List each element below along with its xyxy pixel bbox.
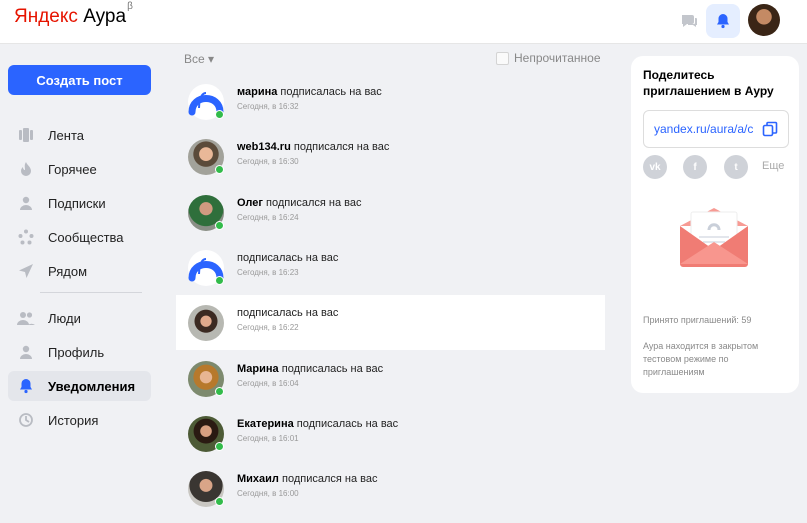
copy-icon[interactable] [762, 121, 778, 137]
feed-filter-bar: Все ▾ Непрочитанное [176, 43, 605, 73]
unread-checkbox[interactable] [496, 52, 509, 65]
more-share-button[interactable]: Еще [762, 160, 784, 172]
notifications-feed: Все ▾ Непрочитанное марина подписалась н… [176, 43, 605, 523]
notification-row[interactable]: Марина подписалась на вас Сегодня, в 16:… [176, 351, 605, 406]
user-name[interactable]: Екатерина [237, 418, 294, 430]
notification-text: подписался на вас [293, 141, 390, 153]
vk-share-icon[interactable]: vk [643, 155, 667, 179]
online-indicator [215, 442, 224, 451]
avatar [188, 305, 224, 341]
sidebar-item-subscriptions[interactable]: Подписки [8, 188, 151, 218]
notification-text: подписалась на вас [237, 307, 339, 319]
sidebar-item-label: Рядом [48, 263, 88, 279]
sidebar-item-nearby[interactable]: Рядом [8, 256, 151, 286]
invite-card: Поделитесь приглашением в Ауру yandex.ru… [631, 56, 799, 393]
notification-time: Сегодня, в 16:01 [237, 434, 299, 443]
profile-icon [17, 343, 35, 361]
logo-yandex: Яндекс [14, 6, 78, 27]
sidebar-item-label: История [48, 412, 99, 428]
notification-time: Сегодня, в 16:23 [237, 268, 299, 277]
person-icon [17, 194, 35, 212]
sidebar-item-hot[interactable]: Горячее [8, 154, 151, 184]
sidebar-item-label: Подписки [48, 195, 106, 211]
sidebar-item-label: Профиль [48, 344, 105, 360]
notification-text: подписалась на вас [296, 418, 399, 430]
chat-icon[interactable] [680, 12, 698, 30]
user-name[interactable]: Марина [237, 363, 279, 375]
nearby-icon [17, 262, 35, 280]
user-name[interactable]: марина [237, 86, 277, 98]
notification-row[interactable]: web134.ru подписался на вас Сегодня, в 1… [176, 129, 605, 184]
sidebar-item-label: Лента [48, 127, 84, 143]
notifications-bell-button[interactable] [706, 4, 740, 38]
notification-text: подписалась на вас [281, 363, 384, 375]
app-logo[interactable]: Яндекс Аураβ [14, 1, 133, 28]
sidebar-item-feed[interactable]: Лента [8, 120, 151, 150]
online-indicator [215, 165, 224, 174]
online-indicator [215, 497, 224, 506]
online-indicator [215, 110, 224, 119]
online-indicator [215, 221, 224, 230]
user-name[interactable]: web134.ru [237, 141, 291, 153]
invite-link[interactable]: yandex.ru/aura/a/c [654, 122, 758, 136]
sidebar-item-label: Сообщества [48, 229, 124, 245]
notification-row[interactable]: марина подписалась на вас Сегодня, в 16:… [176, 74, 605, 129]
logo-aura: Аура [83, 6, 127, 27]
notification-text: подписалась на вас [237, 252, 339, 264]
sidebar-item-notifications[interactable]: Уведомления [8, 371, 151, 401]
notification-time: Сегодня, в 16:04 [237, 379, 299, 388]
user-avatar[interactable] [748, 4, 780, 36]
invite-link-field[interactable]: yandex.ru/aura/a/c [643, 110, 789, 148]
top-header: Яндекс Аураβ [0, 0, 807, 44]
notification-row[interactable]: подписалась на вас Сегодня, в 16:22 [176, 295, 605, 350]
logo-beta: β [127, 0, 133, 12]
online-indicator [215, 276, 224, 285]
facebook-share-icon[interactable]: f [683, 155, 707, 179]
bell-icon [17, 377, 35, 395]
invite-title: Поделитесь приглашением в Ауру [643, 68, 774, 98]
sidebar-item-history[interactable]: История [8, 405, 151, 435]
sidebar-item-profile[interactable]: Профиль [8, 337, 151, 367]
notification-time: Сегодня, в 16:30 [237, 157, 299, 166]
notification-text: подписалась на вас [280, 86, 382, 98]
filter-dropdown[interactable]: Все ▾ [184, 52, 214, 66]
bell-icon [717, 14, 729, 29]
history-icon [17, 411, 35, 429]
create-post-button[interactable]: Создать пост [8, 65, 151, 95]
online-indicator [215, 387, 224, 396]
notification-row[interactable]: подписалась на вас Сегодня, в 16:23 [176, 240, 605, 295]
notification-text: подписался на вас [266, 197, 362, 209]
user-name[interactable]: Михаил [237, 473, 279, 485]
notification-row[interactable]: Екатерина подписалась на вас Сегодня, в … [176, 406, 605, 461]
notification-text: подписался на вас [281, 473, 378, 485]
sidebar-item-label: Люди [48, 310, 81, 326]
notification-time: Сегодня, в 16:22 [237, 323, 299, 332]
flame-icon [17, 160, 35, 178]
notification-row[interactable]: Олег подписался на вас Сегодня, в 16:24 [176, 185, 605, 240]
feed-icon [17, 126, 35, 144]
notification-time: Сегодня, в 16:00 [237, 489, 299, 498]
accepted-invites-count: Принято приглашений: 59 [643, 315, 752, 325]
sidebar-item-label: Горячее [48, 161, 97, 177]
notification-row[interactable]: Михаил подписался на вас Сегодня, в 16:0… [176, 461, 605, 516]
envelope-icon [677, 206, 751, 275]
sidebar-item-communities[interactable]: Сообщества [8, 222, 151, 252]
invite-note: Аура находится в закрытом тестовом режим… [643, 341, 759, 377]
notification-time: Сегодня, в 16:32 [237, 102, 299, 111]
notification-time: Сегодня, в 16:24 [237, 213, 299, 222]
people-icon [17, 309, 35, 327]
communities-icon [17, 228, 35, 246]
unread-label[interactable]: Непрочитанное [514, 51, 601, 65]
sidebar-divider [40, 292, 142, 293]
sidebar-item-people[interactable]: Люди [8, 303, 151, 333]
sidebar-item-label: Уведомления [48, 378, 136, 394]
user-name[interactable]: Олег [237, 197, 263, 209]
twitter-share-icon[interactable]: t [724, 155, 748, 179]
